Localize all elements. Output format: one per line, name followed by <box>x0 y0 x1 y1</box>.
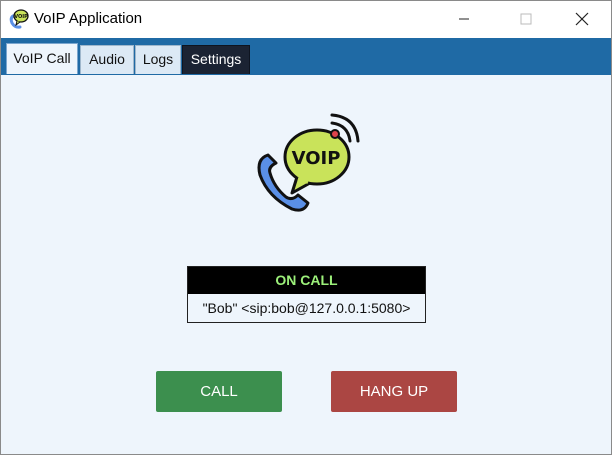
tab-voip-call[interactable]: VoIP Call <box>6 43 78 74</box>
logo-text: VOIP <box>292 148 341 169</box>
tab-bar: VoIP Call Audio Logs Settings <box>1 38 611 75</box>
tab-settings[interactable]: Settings <box>182 45 250 74</box>
tab-audio[interactable]: Audio <box>80 45 134 74</box>
close-button[interactable] <box>559 1 605 37</box>
hang-up-button[interactable]: HANG UP <box>331 371 457 412</box>
tab-logs[interactable]: Logs <box>135 45 181 74</box>
maximize-button[interactable] <box>503 1 549 37</box>
call-status-label: ON CALL <box>188 267 425 294</box>
app-window: VOIP VoIP Application VoIP Call Audio Lo… <box>0 0 612 455</box>
title-bar: VOIP VoIP Application <box>1 1 611 38</box>
remote-contact: "Bob" <sip:bob@127.0.0.1:5080> <box>202 300 411 316</box>
minimize-icon <box>459 18 469 20</box>
close-icon <box>575 12 589 26</box>
call-status-panel: ON CALL "Bob" <sip:bob@127.0.0.1:5080> <box>187 266 426 323</box>
call-button[interactable]: CALL <box>156 371 282 412</box>
maximize-icon <box>520 13 532 25</box>
svg-text:VOIP: VOIP <box>14 14 28 20</box>
app-logo-icon: VOIP <box>9 9 29 29</box>
minimize-button[interactable] <box>441 1 487 37</box>
window-title: VoIP Application <box>34 10 143 27</box>
voip-logo-icon: VOIP <box>257 113 360 212</box>
